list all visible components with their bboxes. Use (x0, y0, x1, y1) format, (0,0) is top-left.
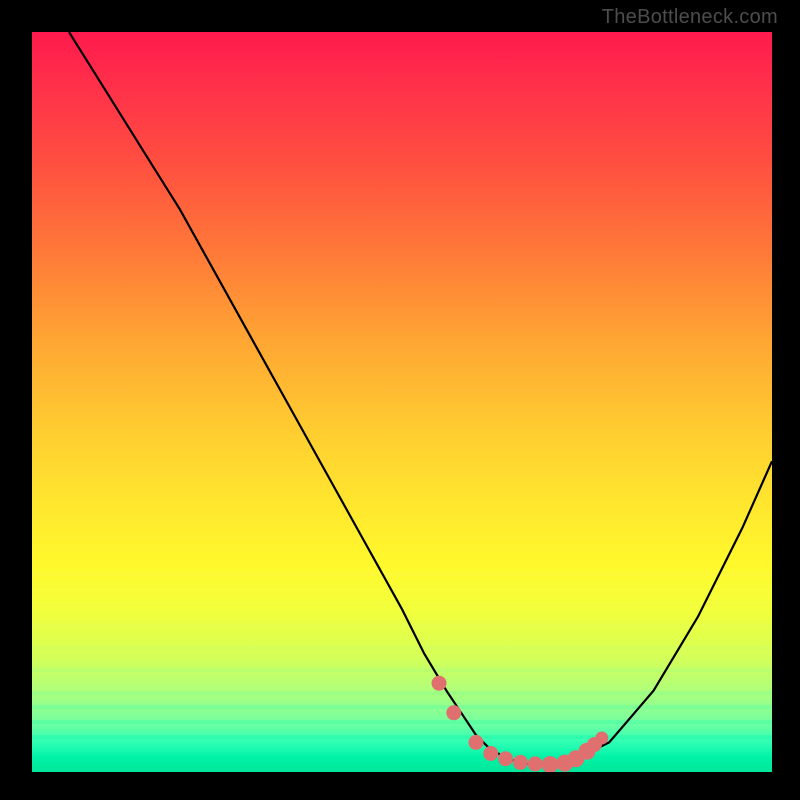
bottleneck-curve-svg (32, 32, 772, 772)
curve-marker (447, 706, 461, 720)
curve-marker (432, 676, 446, 690)
curve-marker (596, 732, 608, 744)
source-link[interactable]: TheBottleneck.com (602, 6, 778, 29)
curve-marker (513, 755, 527, 769)
plot-area (30, 30, 774, 774)
curve-marker (542, 757, 558, 772)
curve-marker (484, 747, 498, 761)
chart-frame: TheBottleneck.com (0, 0, 800, 800)
bottleneck-curve (69, 32, 772, 765)
curve-marker (528, 757, 542, 771)
curve-marker (469, 735, 483, 749)
curve-marker (499, 752, 513, 766)
curve-markers (432, 676, 608, 772)
